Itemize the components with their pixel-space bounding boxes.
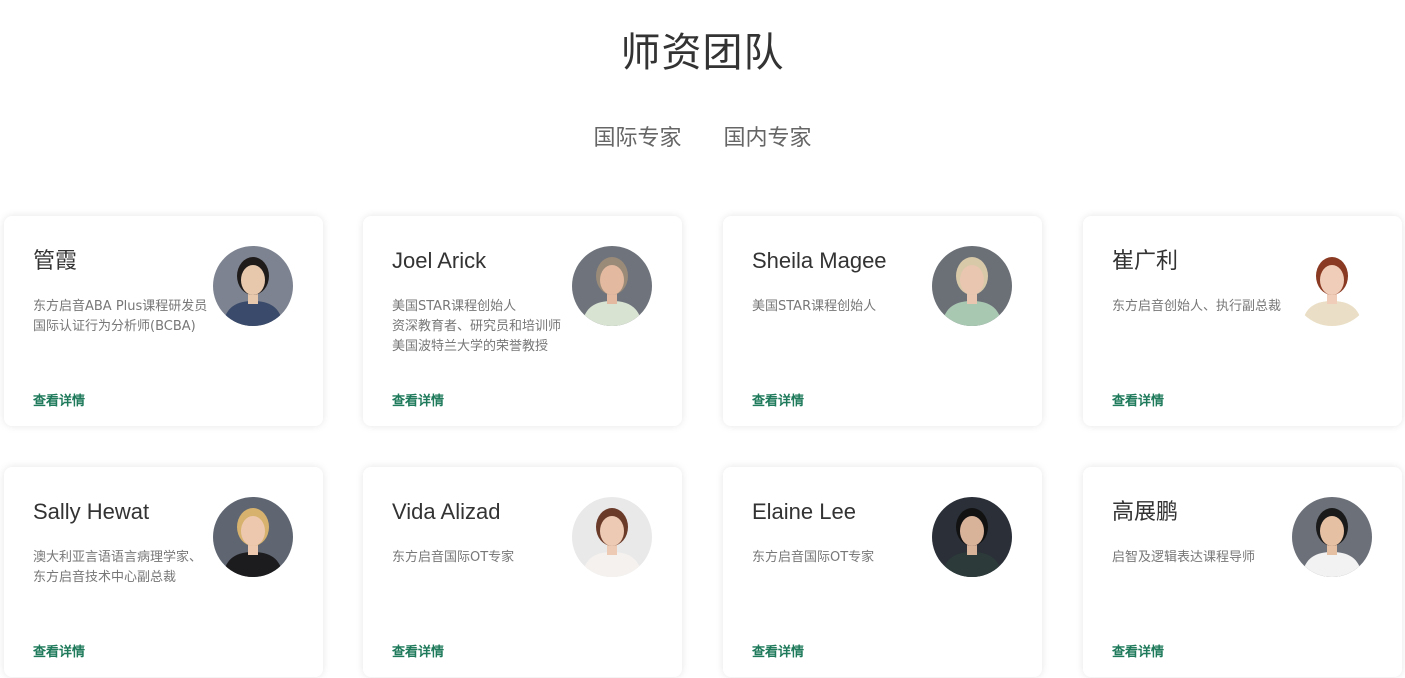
- expert-avatar: [932, 497, 1012, 577]
- expert-name: 崔广利: [1112, 248, 1179, 273]
- expert-card[interactable]: Elaine Lee 东方启音国际OT专家 查看详情: [723, 467, 1042, 677]
- expert-card[interactable]: Sheila Magee 美国STAR课程创始人 查看详情: [723, 216, 1042, 426]
- page-title: 师资团队: [620, 30, 785, 76]
- expert-avatar: [213, 246, 293, 326]
- portrait-image: [213, 497, 293, 577]
- expert-tabs: 国际专家 国内专家: [0, 124, 1405, 154]
- portrait-image: [932, 246, 1012, 326]
- expert-name: Vida Alizad: [392, 499, 501, 524]
- portrait-face: [600, 265, 624, 295]
- portrait-face: [960, 265, 984, 295]
- expert-description: 东方启音国际OT专家: [752, 550, 875, 565]
- view-details-link[interactable]: 查看详情: [1112, 644, 1164, 662]
- expert-description: 东方启音创始人、执行副总裁: [1112, 299, 1282, 314]
- tab-international-experts[interactable]: 国际专家: [593, 124, 681, 154]
- expert-avatar: [213, 497, 293, 577]
- expert-avatar: [932, 246, 1012, 326]
- portrait-face: [241, 516, 265, 546]
- expert-avatar: [572, 497, 652, 577]
- expert-name: Elaine Lee: [752, 499, 856, 524]
- portrait-face: [960, 516, 984, 546]
- expert-card[interactable]: Joel Arick 美国STAR课程创始人 资深教育者、研究员和培训师 美国波…: [363, 216, 682, 426]
- portrait-image: [213, 246, 293, 326]
- expert-avatar: [572, 246, 652, 326]
- expert-name: 管霞: [33, 248, 78, 273]
- expert-card[interactable]: 崔广利 东方启音创始人、执行副总裁 查看详情: [1083, 216, 1402, 426]
- portrait-image: [1292, 246, 1372, 326]
- portrait-image: [1292, 497, 1372, 577]
- expert-description: 澳大利亚言语语言病理学家、东方启音技术中心副总裁: [33, 550, 203, 585]
- expert-card[interactable]: Vida Alizad 东方启音国际OT专家 查看详情: [363, 467, 682, 677]
- expert-description: 美国STAR课程创始人 资深教育者、研究员和培训师 美国波特兰大学的荣誉教授: [392, 299, 562, 354]
- portrait-face: [600, 516, 624, 546]
- view-details-link[interactable]: 查看详情: [33, 644, 85, 662]
- expert-card[interactable]: Sally Hewat 澳大利亚言语语言病理学家、东方启音技术中心副总裁 查看详…: [4, 467, 323, 677]
- expert-card[interactable]: 管霞 东方启音ABA Plus课程研发员 国际认证行为分析师(BCBA) 查看详…: [4, 216, 323, 426]
- view-details-link[interactable]: 查看详情: [392, 393, 444, 411]
- expert-card[interactable]: 高展鹏 启智及逻辑表达课程导师 查看详情: [1083, 467, 1402, 677]
- teacher-team-page: 师资团队 国际专家 国内专家 管霞 东方启音ABA Plus课程研发员 国际认证…: [0, 0, 1405, 678]
- view-details-link[interactable]: 查看详情: [33, 393, 85, 411]
- view-details-link[interactable]: 查看详情: [1112, 393, 1164, 411]
- expert-description: 美国STAR课程创始人: [752, 299, 877, 314]
- expert-name: 高展鹏: [1112, 499, 1179, 524]
- expert-name: Joel Arick: [392, 248, 487, 273]
- expert-description: 启智及逻辑表达课程导师: [1112, 550, 1256, 565]
- portrait-face: [1320, 265, 1344, 295]
- expert-name: Sheila Magee: [752, 248, 887, 273]
- portrait-face: [1320, 516, 1344, 546]
- portrait-image: [572, 246, 652, 326]
- portrait-image: [572, 497, 652, 577]
- expert-avatar: [1292, 497, 1372, 577]
- expert-avatar: [1292, 246, 1372, 326]
- portrait-face: [241, 265, 265, 295]
- portrait-image: [932, 497, 1012, 577]
- expert-description: 东方启音ABA Plus课程研发员 国际认证行为分析师(BCBA): [33, 299, 208, 334]
- expert-description: 东方启音国际OT专家: [392, 550, 515, 565]
- expert-name: Sally Hewat: [33, 499, 150, 524]
- view-details-link[interactable]: 查看详情: [392, 644, 444, 662]
- tab-domestic-experts[interactable]: 国内专家: [724, 124, 812, 154]
- view-details-link[interactable]: 查看详情: [752, 393, 804, 411]
- view-details-link[interactable]: 查看详情: [752, 644, 804, 662]
